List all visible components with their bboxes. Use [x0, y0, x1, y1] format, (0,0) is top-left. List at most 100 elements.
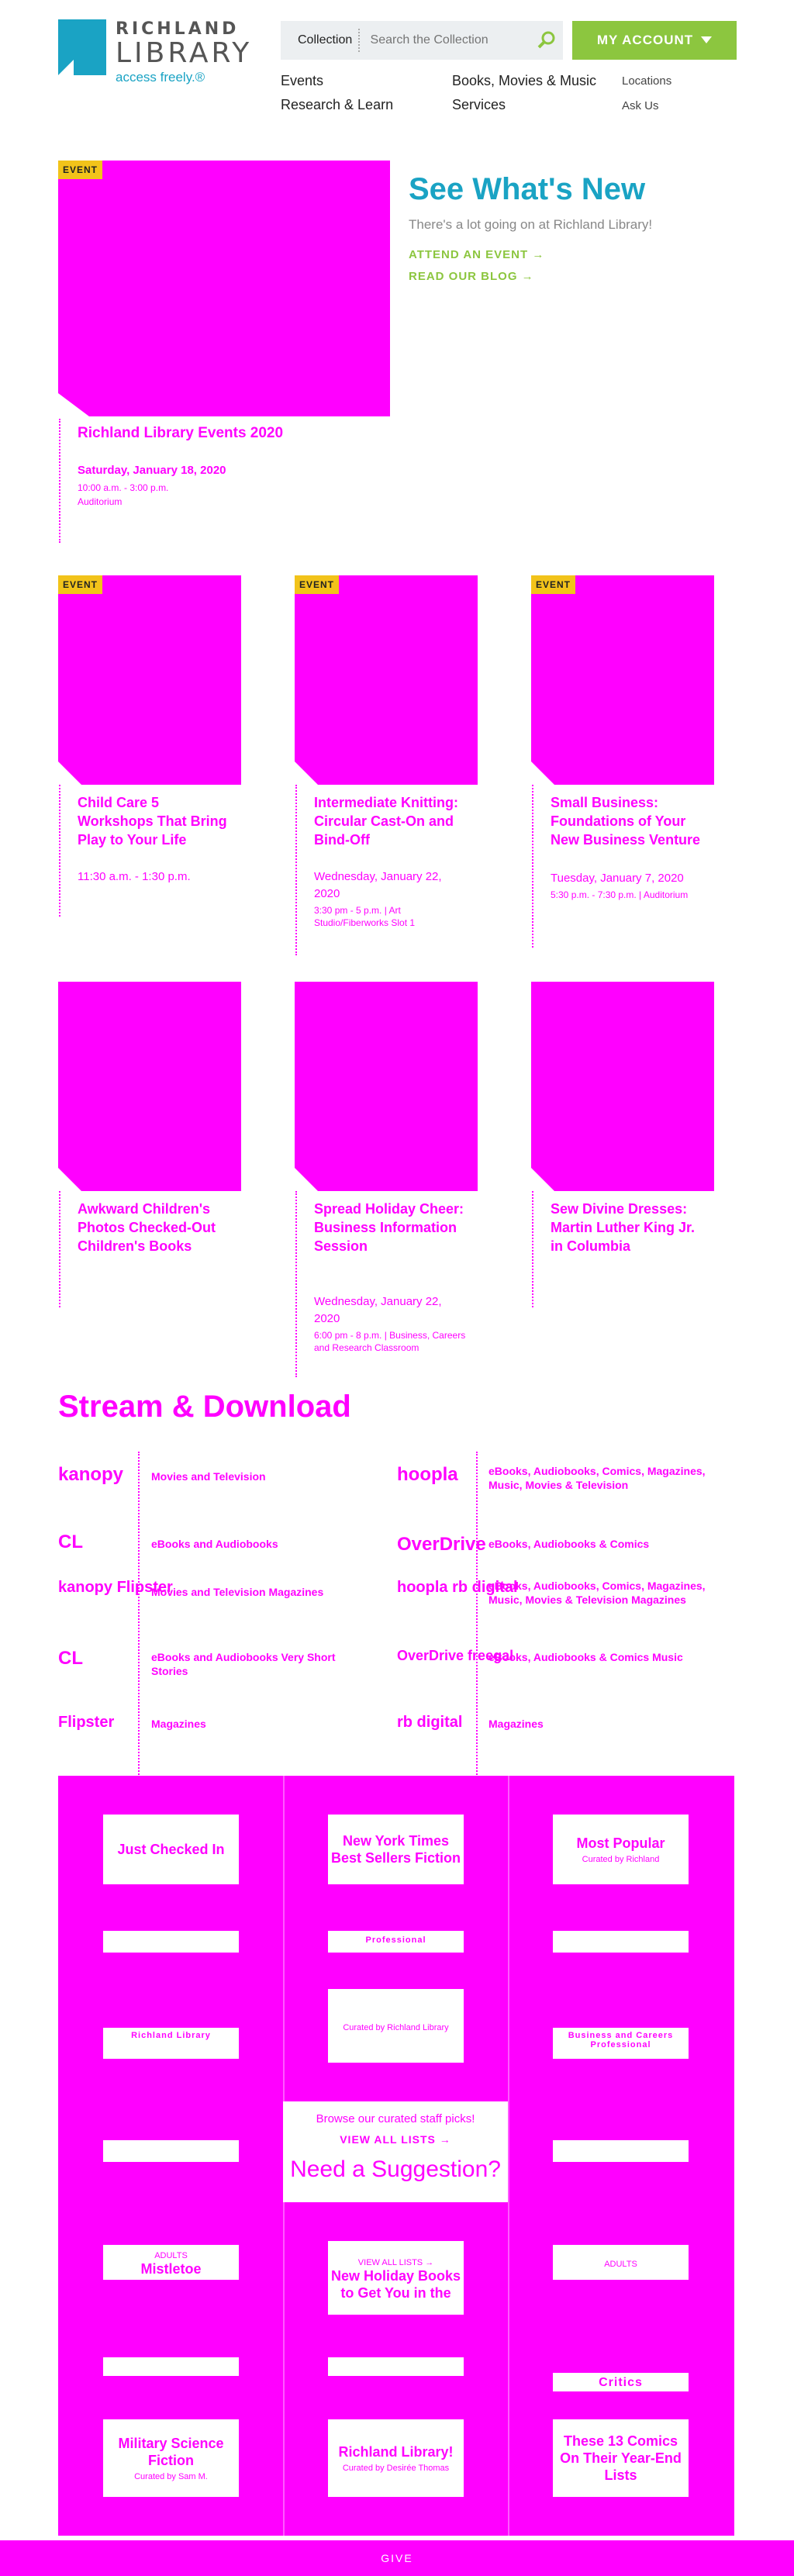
- event-card-title[interactable]: Spread Holiday Cheer: Business Informati…: [314, 1200, 469, 1255]
- read-blog-link[interactable]: READ OUR BLOG →: [409, 270, 534, 283]
- service-description: eBooks, Audiobooks, Comics, Magazines, M…: [488, 1465, 706, 1491]
- list-tile-title: Just Checked In: [117, 1842, 225, 1857]
- event-badge: EVENT: [58, 161, 103, 179]
- list-tile[interactable]: Just Checked In: [103, 1815, 239, 1884]
- featured-event-image[interactable]: [58, 161, 390, 416]
- need-suggestion-heading: Need a Suggestion?: [290, 2156, 501, 2182]
- nav-ask-us[interactable]: Ask Us: [622, 99, 659, 112]
- list-tile-title: Richland Library!: [338, 2444, 454, 2460]
- list-tile[interactable]: VIEW ALL LISTS → New Holiday Books to Ge…: [328, 2241, 464, 2315]
- list-tile-title: Mistletoe: [140, 2260, 202, 2277]
- event-card-title[interactable]: Intermediate Knitting: Circular Cast-On …: [314, 793, 469, 849]
- service-divider: [138, 1452, 140, 1777]
- search-button[interactable]: [531, 21, 563, 60]
- service-logo[interactable]: kanopy: [58, 1464, 123, 1486]
- blog-card-image[interactable]: [531, 982, 714, 1191]
- staff-lists-grid: Just Checked In New York Times Best Sell…: [58, 1776, 734, 2536]
- featured-event-time: 10:00 a.m. - 3:00 p.m.: [78, 482, 169, 493]
- card-divider: [532, 1191, 533, 1307]
- list-tile[interactable]: New York Times Best Sellers Fiction: [328, 1815, 464, 1884]
- list-tile[interactable]: ADULTS: [553, 2245, 689, 2280]
- service-logo[interactable]: Flipster: [58, 1714, 114, 1732]
- service-description: Movies and Television: [151, 1470, 266, 1483]
- list-tile-curator: Curated by Richland Library: [343, 2022, 449, 2032]
- logo-line2: LIBRARY: [116, 37, 253, 69]
- service-logo[interactable]: CL: [58, 1648, 83, 1670]
- list-tile[interactable]: Most Popular Curated by Richland: [553, 1815, 689, 1884]
- list-tile[interactable]: Military Science Fiction Curated by Sam …: [103, 2419, 239, 2497]
- list-tile-title: New York Times Best Sellers Fiction: [330, 1833, 461, 1866]
- blog-card-title[interactable]: Sew Divine Dresses: Martin Luther King J…: [551, 1200, 706, 1255]
- nav-locations[interactable]: Locations: [622, 74, 671, 88]
- whats-new-heading: See What's New: [409, 172, 646, 206]
- list-tile-strip: [553, 2140, 689, 2162]
- event-card-title[interactable]: Small Business: Foundations of Your New …: [551, 793, 706, 849]
- service-divider: [476, 1452, 478, 1777]
- service-description: eBooks, Audiobooks, Comics, Magazines, M…: [488, 1580, 706, 1606]
- event-card-image[interactable]: [58, 575, 241, 785]
- list-tile[interactable]: ADULTS Mistletoe: [103, 2245, 239, 2280]
- caret-down-icon: [701, 36, 713, 43]
- nav-books-movies-music[interactable]: Books, Movies & Music: [452, 73, 596, 89]
- service-description: eBooks, Audiobooks & Comics: [488, 1538, 650, 1550]
- search-icon: [537, 31, 555, 49]
- event-card-meta: 3:30 pm - 5 p.m. | Art Studio/Fiberworks…: [314, 905, 416, 928]
- event-card-date: Wednesday, January 22, 2020: [314, 870, 442, 900]
- list-tile-curator: Curated by Sam M.: [134, 2472, 208, 2481]
- service-logo[interactable]: hoopla: [397, 1464, 458, 1486]
- view-all-lists-link[interactable]: VIEW ALL LISTS →: [283, 2133, 508, 2146]
- service-logo[interactable]: OverDrive: [397, 1534, 486, 1556]
- nav-research-learn[interactable]: Research & Learn: [281, 97, 393, 113]
- library-logo[interactable]: RICHLAND LIBRARY access freely.®: [58, 19, 252, 85]
- list-tile-label: Richland Library: [131, 2031, 211, 2040]
- search-bar: Collection: [281, 21, 563, 60]
- search-scope-select[interactable]: Collection: [281, 29, 360, 52]
- nav-events[interactable]: Events: [281, 73, 323, 89]
- list-tile-title: Military Science Fiction: [118, 2436, 224, 2468]
- list-tile-strip: [103, 2140, 239, 2162]
- give-footer-bar[interactable]: GIVE: [0, 2540, 794, 2576]
- list-tile-title: These 13 Comics On Their Year-End Lists: [560, 2433, 682, 2483]
- logo-mark-icon: [58, 19, 106, 75]
- list-tile-label: Critics: [599, 2376, 643, 2389]
- event-card-title[interactable]: Child Care 5 Workshops That Bring Play t…: [78, 793, 233, 849]
- give-label: GIVE: [381, 2552, 413, 2564]
- blog-card-image[interactable]: [58, 982, 241, 1191]
- event-card-date: Tuesday, January 7, 2020: [551, 872, 684, 885]
- event-badge: EVENT: [295, 575, 340, 594]
- nav-services[interactable]: Services: [452, 97, 506, 113]
- card-divider: [532, 785, 533, 948]
- service-logo[interactable]: CL: [58, 1531, 83, 1553]
- featured-event-date: Saturday, January 18, 2020: [78, 464, 226, 477]
- logo-tagline: access freely.®: [116, 70, 205, 85]
- list-tile-curator: Curated by Desirée Thomas: [342, 2464, 450, 2473]
- view-all-lists-link-2[interactable]: VIEW ALL LISTS →: [358, 2258, 433, 2267]
- service-description: Magazines: [151, 1718, 206, 1730]
- stream-download-heading: Stream & Download: [58, 1390, 351, 1424]
- list-tile-strip: Business and Careers Professional: [553, 2028, 689, 2059]
- list-tile-strip: [553, 1931, 689, 1953]
- list-tile[interactable]: Richland Library! Curated by Desirée Tho…: [328, 2419, 464, 2497]
- card-divider: [295, 1191, 297, 1377]
- blog-card-title[interactable]: Awkward Children's Photos Checked-Out Ch…: [78, 1200, 233, 1255]
- list-tile-strip: Richland Library: [103, 2028, 239, 2059]
- service-description: Magazines: [488, 1718, 544, 1730]
- blog-card-image[interactable]: [295, 982, 478, 1191]
- search-input[interactable]: [359, 33, 531, 47]
- list-tile-strip: Critics: [553, 2373, 689, 2391]
- featured-event-title[interactable]: Richland Library Events 2020: [78, 425, 372, 442]
- promo-text: Browse our curated staff picks!: [316, 2112, 475, 2125]
- service-description: Movies and Television Magazines: [151, 1586, 324, 1598]
- attend-event-link[interactable]: ATTEND AN EVENT →: [409, 248, 544, 261]
- logo-line1: RICHLAND: [116, 19, 240, 39]
- list-tile[interactable]: Curated by Richland Library: [328, 1989, 464, 2063]
- event-card-date: Wednesday, January 22, 2020: [314, 1295, 442, 1325]
- service-logo[interactable]: rb digital: [397, 1714, 462, 1732]
- event-card-image[interactable]: [531, 575, 714, 785]
- my-account-button[interactable]: MY ACCOUNT: [572, 21, 737, 60]
- service-description: eBooks, Audiobooks & Comics Music: [488, 1651, 683, 1663]
- card-divider: [295, 785, 297, 955]
- list-tile[interactable]: These 13 Comics On Their Year-End Lists: [553, 2419, 689, 2497]
- list-tile-title: New Holiday Books to Get You in the: [330, 2267, 461, 2301]
- event-card-image[interactable]: [295, 575, 478, 785]
